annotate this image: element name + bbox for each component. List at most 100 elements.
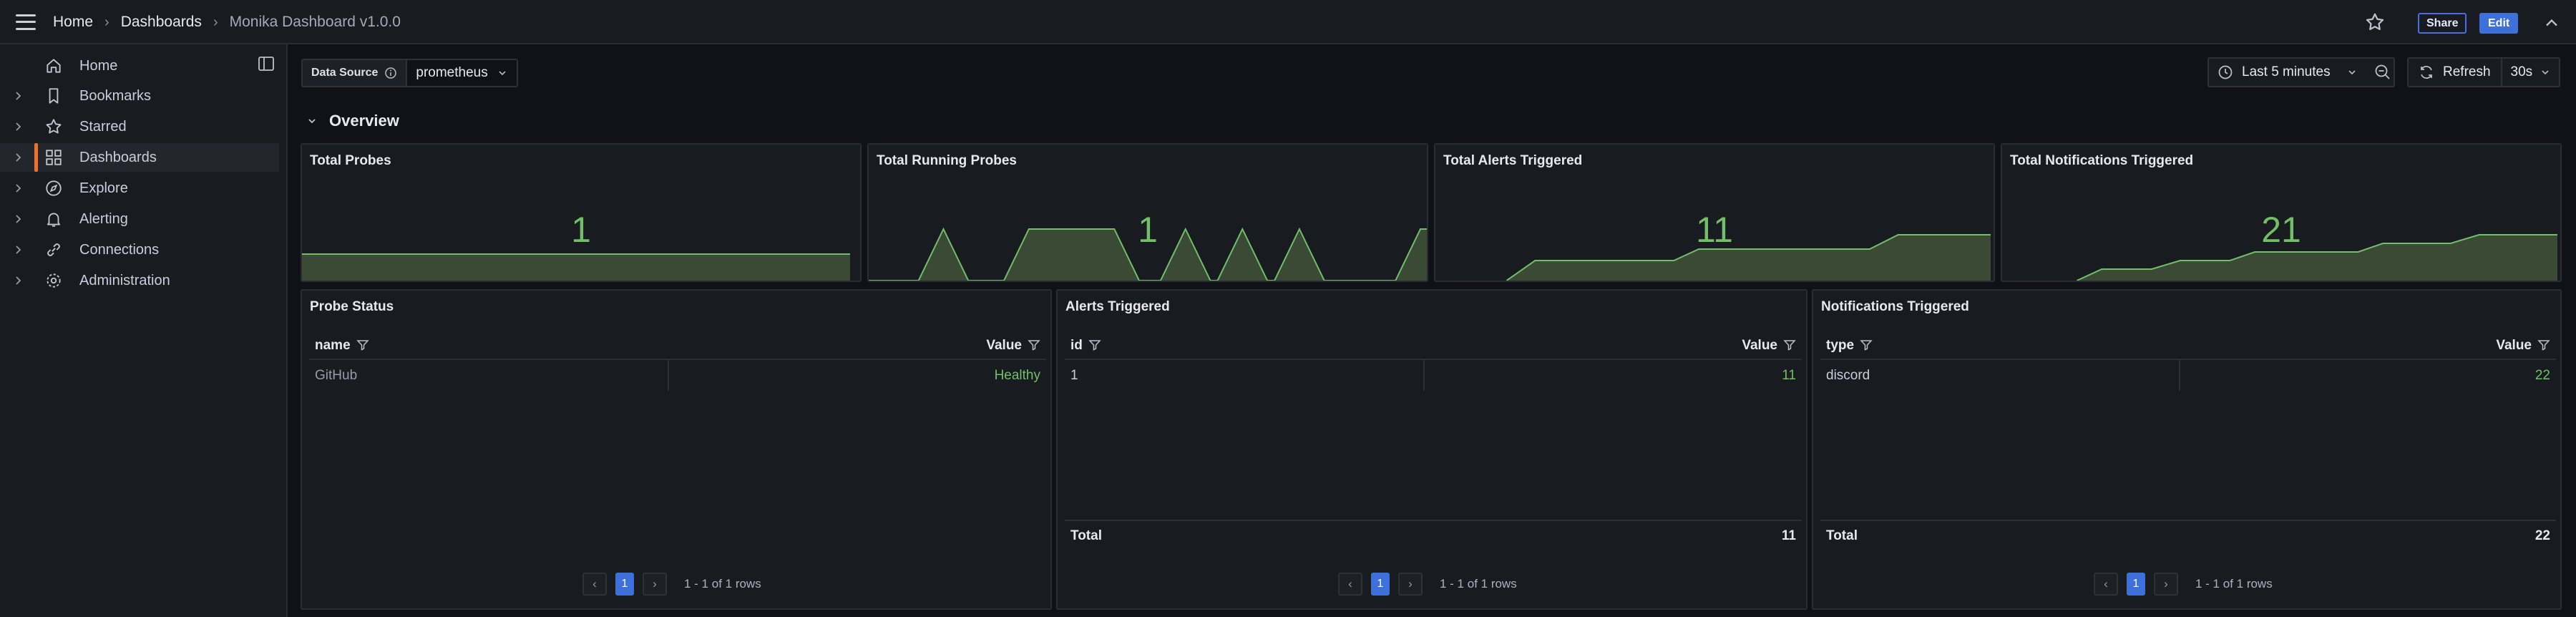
panel-title: Total Notifications Triggered	[2010, 153, 2194, 168]
stat-panel-total-alerts-triggered[interactable]: Total Alerts Triggered 11	[1434, 143, 1995, 282]
data-source-select[interactable]: prometheus	[407, 60, 516, 86]
edit-button[interactable]: Edit	[2479, 13, 2519, 34]
table-panel-alerts-triggered: Alerts Triggered id Value 1 11 Total 11 …	[1056, 289, 1807, 610]
cell-id: 1	[1070, 367, 1078, 383]
sidebar-item-home[interactable]: Home	[0, 52, 279, 80]
chevron-right-icon[interactable]	[11, 243, 24, 256]
filter-icon[interactable]	[1088, 339, 1101, 351]
row-header-overview[interactable]: Overview	[306, 112, 399, 130]
next-page-button[interactable]: ›	[2154, 573, 2178, 596]
chevron-right-icon[interactable]	[11, 213, 24, 225]
sidebar-item-connections[interactable]: Connections	[0, 235, 279, 264]
sidebar-item-dashboards[interactable]: Dashboards	[0, 143, 279, 172]
breadcrumb-current: Monika Dashboard v1.0.0	[229, 14, 401, 30]
data-source-variable: Data Source prometheus	[301, 59, 518, 87]
info-icon[interactable]	[384, 67, 397, 79]
prev-page-button[interactable]: ‹	[2094, 573, 2118, 596]
filter-icon[interactable]	[1028, 339, 1040, 351]
stat-value: 1	[571, 210, 591, 250]
table-footer-total: Total 22	[1820, 520, 2556, 551]
breadcrumb-dashboards[interactable]: Dashboards	[121, 14, 202, 31]
menu-icon[interactable]	[16, 12, 36, 32]
apps-grid-icon	[44, 148, 63, 167]
column-header-name[interactable]: name	[309, 332, 668, 360]
column-header-id[interactable]: id	[1065, 332, 1424, 360]
chevron-down-icon	[306, 115, 318, 127]
alerts-table: id Value 1 11	[1065, 332, 1802, 391]
home-icon	[44, 57, 63, 75]
sync-icon	[2419, 64, 2434, 80]
page-number-button[interactable]: 1	[615, 573, 634, 596]
active-indicator	[34, 143, 38, 172]
chevron-right-icon[interactable]	[11, 89, 24, 102]
cell-type: discord	[1826, 367, 1870, 383]
notifications-table: type Value discord 22	[1820, 332, 2556, 391]
stat-value: 11	[1696, 210, 1733, 250]
cell-name: GitHub	[315, 367, 358, 383]
panel-title: Total Running Probes	[877, 153, 1017, 168]
clock-icon	[2218, 64, 2233, 80]
chevron-right-icon[interactable]	[11, 182, 24, 195]
column-header-value[interactable]: Value	[2180, 332, 2556, 360]
chevron-right-icon[interactable]	[11, 151, 24, 164]
filter-icon[interactable]	[1860, 339, 1873, 351]
refresh-picker[interactable]: Refresh 30s	[2407, 57, 2560, 87]
sidebar-item-administration[interactable]: Administration	[0, 266, 279, 295]
refresh-interval[interactable]: 30s	[2511, 64, 2533, 80]
panel-title: Alerts Triggered	[1065, 299, 1170, 314]
stat-value: 21	[2261, 210, 2301, 250]
chevron-up-icon[interactable]	[2542, 13, 2562, 33]
stat-panel-total-probes[interactable]: Total Probes 1	[301, 143, 862, 282]
pagination: ‹ 1 › 1 - 1 of 1 rows	[1338, 573, 1517, 596]
table-row: 1 11	[1065, 359, 1802, 391]
filter-icon[interactable]	[356, 339, 369, 351]
chevron-right-icon: ›	[213, 14, 218, 30]
cell-value: 22	[2179, 359, 2556, 391]
table-panel-notifications-triggered: Notifications Triggered type Value disco…	[1812, 289, 2562, 610]
table-header-row: id Value	[1065, 332, 1802, 360]
column-header-type[interactable]: type	[1820, 332, 2180, 360]
cell-value: Healthy	[668, 359, 1046, 391]
table-row: GitHub Healthy	[309, 359, 1046, 391]
column-header-value[interactable]: Value	[668, 332, 1046, 360]
stat-panel-total-notifications-triggered[interactable]: Total Notifications Triggered 21	[2001, 143, 2562, 282]
prev-page-button[interactable]: ‹	[582, 573, 607, 596]
chevron-right-icon: ›	[104, 14, 109, 30]
rows-count: 1 - 1 of 1 rows	[1440, 577, 1517, 591]
table-header-row: name Value	[309, 332, 1046, 360]
chevron-right-icon[interactable]	[11, 274, 24, 287]
panel-title: Total Alerts Triggered	[1443, 153, 1583, 168]
page-number-button[interactable]: 1	[1371, 573, 1390, 596]
compass-icon	[44, 179, 63, 198]
prev-page-button[interactable]: ‹	[1338, 573, 1362, 596]
next-page-button[interactable]: ›	[643, 573, 667, 596]
sidebar-item-alerting[interactable]: Alerting	[0, 205, 279, 233]
star-icon	[44, 117, 63, 136]
panel-title: Probe Status	[310, 299, 394, 314]
time-range-picker[interactable]: Last 5 minutes	[2207, 57, 2395, 87]
sidebar-item-bookmarks[interactable]: Bookmarks	[0, 82, 279, 110]
refresh-button[interactable]: Refresh	[2443, 64, 2491, 80]
column-header-value[interactable]: Value	[1424, 332, 1802, 360]
sidebar-item-explore[interactable]: Explore	[0, 174, 279, 203]
sidebar-item-starred[interactable]: Starred	[0, 112, 279, 141]
page-number-button[interactable]: 1	[2127, 573, 2145, 596]
pagination: ‹ 1 › 1 - 1 of 1 rows	[582, 573, 761, 596]
chevron-down-icon	[2540, 67, 2551, 78]
filter-icon[interactable]	[1783, 339, 1796, 351]
table-row: discord 22	[1820, 359, 2556, 391]
stat-panel-total-running-probes[interactable]: Total Running Probes 1	[867, 143, 1428, 282]
star-icon[interactable]	[2364, 11, 2386, 33]
filter-icon[interactable]	[2537, 339, 2550, 351]
breadcrumb: Home › Dashboards › Monika Dashboard v1.…	[53, 14, 401, 31]
panel-title: Notifications Triggered	[1821, 299, 1969, 314]
breadcrumb-home[interactable]: Home	[53, 14, 93, 31]
chevron-right-icon[interactable]	[11, 120, 24, 133]
top-navbar: Home › Dashboards › Monika Dashboard v1.…	[0, 0, 2576, 44]
next-page-button[interactable]: ›	[1398, 573, 1423, 596]
table-footer-total: Total 11	[1065, 520, 1802, 551]
zoom-out-icon[interactable]	[2373, 63, 2392, 82]
panel-title: Total Probes	[310, 153, 391, 168]
bell-icon	[44, 210, 63, 228]
share-button[interactable]: Share	[2418, 13, 2467, 34]
